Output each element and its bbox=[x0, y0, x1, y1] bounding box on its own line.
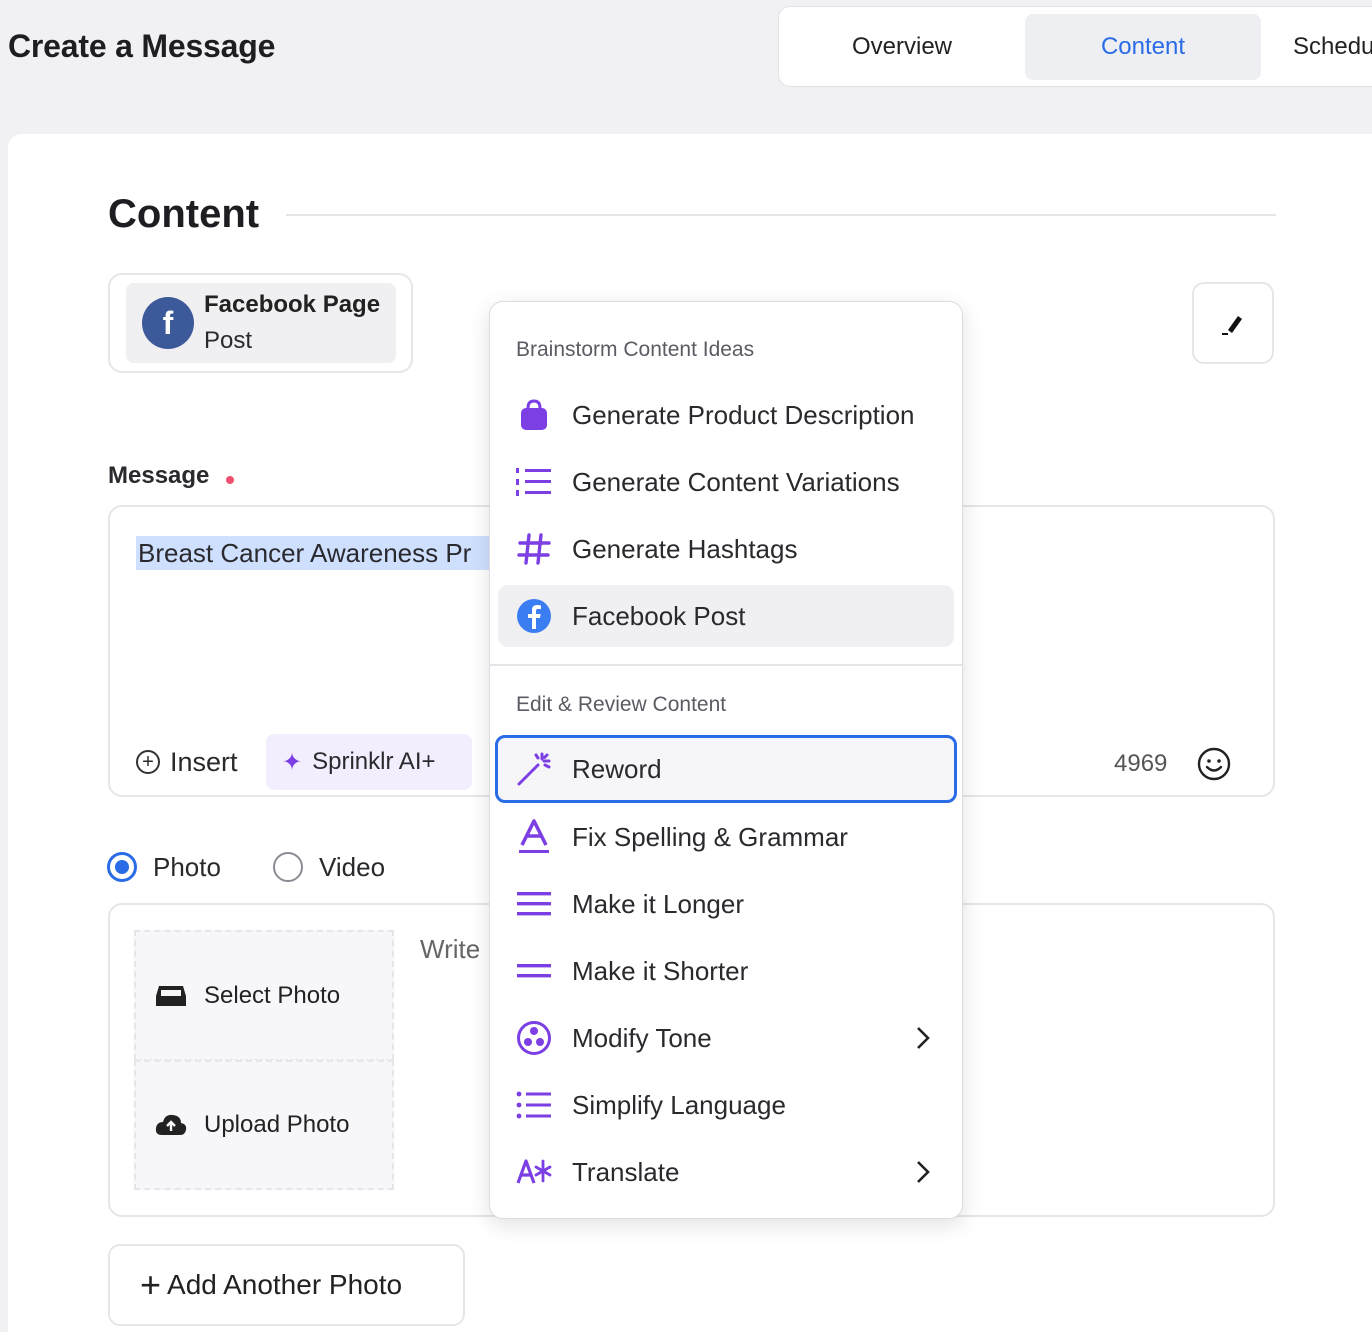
menu-item-label: Make it Shorter bbox=[572, 955, 749, 986]
required-indicator bbox=[226, 476, 234, 484]
channel-name: Facebook Page bbox=[204, 291, 381, 318]
menu-item-reword[interactable]: Reword bbox=[495, 735, 957, 803]
menu-item-label: Simplify Language bbox=[572, 1089, 786, 1120]
menu-item-label: Generate Product Description bbox=[572, 399, 915, 430]
message-label: Message bbox=[108, 462, 210, 489]
hashtag-icon bbox=[514, 529, 554, 569]
character-count: 4969 bbox=[1114, 750, 1168, 777]
menu-item-label: Generate Content Variations bbox=[572, 466, 900, 497]
menu-item-label: Modify Tone bbox=[572, 1022, 712, 1053]
menu-item-modify-tone[interactable]: Modify Tone bbox=[498, 1007, 954, 1069]
menu-item-label: Make it Longer bbox=[572, 888, 744, 919]
magic-wand-icon bbox=[514, 749, 554, 789]
menu-group-title: Edit & Review Content bbox=[516, 693, 727, 716]
tone-icon bbox=[514, 1018, 554, 1058]
message-text[interactable]: Breast Cancer Awareness Pr bbox=[136, 536, 496, 570]
add-photo-label: Add Another Photo bbox=[167, 1269, 403, 1300]
plus-icon: + bbox=[140, 1264, 162, 1305]
menu-item-simplify-language[interactable]: Simplify Language bbox=[498, 1074, 954, 1136]
list-icon bbox=[514, 1085, 554, 1125]
photo-radio[interactable]: Photo bbox=[107, 850, 221, 884]
facebook-icon bbox=[514, 596, 554, 636]
lines-icon bbox=[514, 884, 554, 924]
sparkle-icon: ✦ bbox=[282, 748, 303, 776]
section-divider bbox=[286, 214, 1276, 216]
edit-button[interactable] bbox=[1192, 282, 1274, 364]
video-radio[interactable]: Video bbox=[273, 850, 385, 884]
shopping-bag-icon bbox=[514, 395, 554, 435]
menu-group-title: Brainstorm Content Ideas bbox=[516, 338, 755, 361]
plus-circle-icon: + bbox=[136, 750, 160, 774]
channel-chip[interactable]: f Facebook Page Post bbox=[126, 283, 396, 363]
page-title: Create a Message bbox=[8, 28, 276, 64]
upload-photo-button[interactable]: Upload Photo bbox=[134, 1060, 394, 1190]
channel-type: Post bbox=[204, 327, 253, 354]
emoji-icon[interactable] bbox=[1196, 746, 1232, 782]
tab-content[interactable]: Content bbox=[1025, 14, 1261, 80]
chevron-right-icon bbox=[917, 1161, 930, 1183]
insert-label: Insert bbox=[170, 746, 238, 777]
menu-item-label: Translate bbox=[572, 1156, 680, 1187]
inbox-tray-icon bbox=[156, 985, 186, 1006]
tab-schedule[interactable]: Schedu bbox=[1269, 14, 1372, 80]
radio-unselected-icon[interactable] bbox=[273, 852, 303, 882]
chevron-right-icon bbox=[917, 1027, 930, 1049]
menu-item-generate-product-description[interactable]: Generate Product Description bbox=[498, 384, 954, 446]
menu-item-facebook-post[interactable]: Facebook Post bbox=[498, 585, 954, 647]
menu-item-label: Reword bbox=[572, 753, 662, 784]
upload-photo-label: Upload Photo bbox=[204, 1111, 350, 1138]
menu-item-label: Fix Spelling & Grammar bbox=[572, 821, 848, 852]
channel-selector[interactable]: f Facebook Page Post bbox=[108, 273, 413, 373]
top-tabs: Overview Content Schedu bbox=[778, 6, 1372, 87]
photo-radio-label: Photo bbox=[153, 851, 221, 882]
insert-button[interactable]: + Insert bbox=[136, 742, 238, 782]
numbered-list-icon bbox=[514, 462, 554, 502]
menu-item-label: Generate Hashtags bbox=[572, 533, 798, 564]
radio-selected-icon[interactable] bbox=[107, 852, 137, 882]
ai-actions-menu: Brainstorm Content Ideas Generate Produc… bbox=[489, 301, 963, 1219]
menu-item-generate-hashtags[interactable]: Generate Hashtags bbox=[498, 518, 954, 580]
tab-overview[interactable]: Overview bbox=[787, 14, 1017, 80]
sprinklr-ai-button[interactable]: ✦ Sprinklr AI+ bbox=[266, 734, 472, 790]
menu-item-make-it-longer[interactable]: Make it Longer bbox=[498, 873, 954, 935]
menu-item-fix-spelling-grammar[interactable]: Fix Spelling & Grammar bbox=[498, 806, 954, 868]
spell-check-icon bbox=[514, 817, 554, 857]
cloud-upload-icon bbox=[155, 1114, 187, 1135]
translate-icon bbox=[514, 1152, 554, 1192]
menu-item-label: Facebook Post bbox=[572, 600, 746, 631]
menu-item-translate[interactable]: Translate bbox=[498, 1141, 954, 1203]
menu-divider bbox=[490, 664, 962, 666]
short-lines-icon bbox=[514, 951, 554, 991]
facebook-icon: f bbox=[142, 297, 194, 349]
sprinklr-ai-label: Sprinklr AI+ bbox=[312, 748, 436, 775]
pencil-icon bbox=[1222, 316, 1242, 335]
menu-item-generate-content-variations[interactable]: Generate Content Variations bbox=[498, 451, 954, 513]
section-title: Content bbox=[108, 192, 260, 236]
caption-placeholder[interactable]: Write bbox=[420, 934, 490, 965]
select-photo-label: Select Photo bbox=[204, 981, 341, 1009]
select-photo-button[interactable]: Select Photo bbox=[134, 930, 394, 1060]
video-radio-label: Video bbox=[319, 851, 386, 882]
menu-item-make-it-shorter[interactable]: Make it Shorter bbox=[498, 940, 954, 1002]
add-another-photo-button[interactable]: + Add Another Photo bbox=[108, 1244, 465, 1326]
